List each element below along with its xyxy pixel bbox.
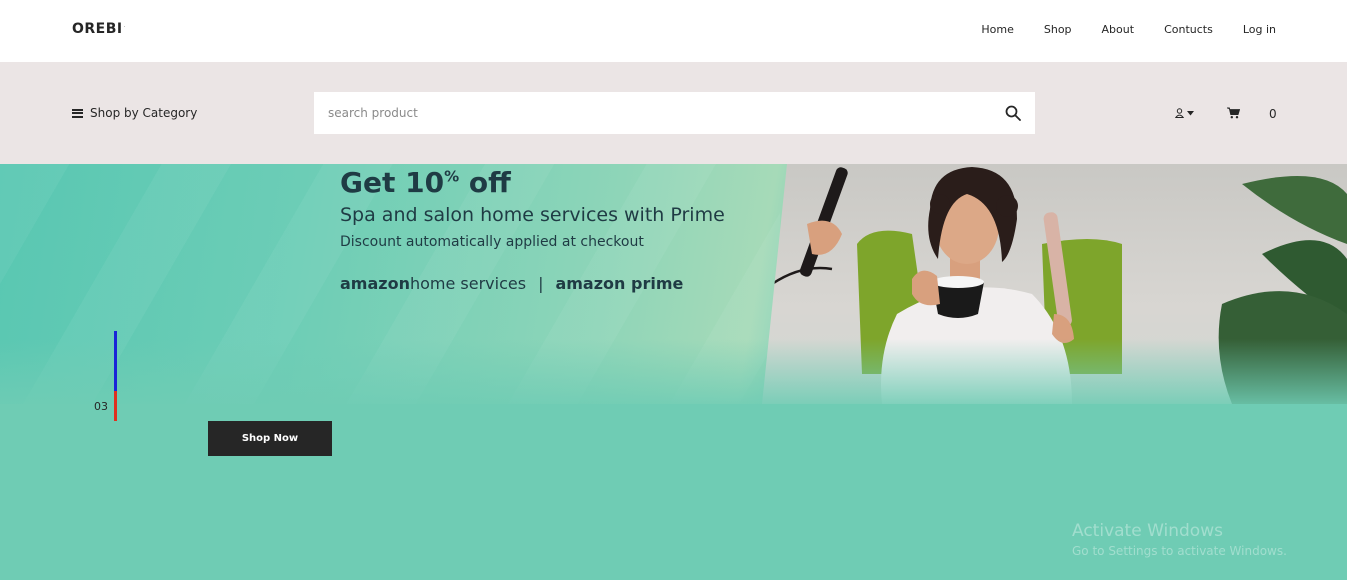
slide-indicator-active: [114, 331, 117, 391]
slide-number[interactable]: 03: [94, 400, 108, 413]
slide-indicator[interactable]: [114, 331, 117, 421]
search-box: [314, 92, 1035, 134]
search-input[interactable]: [314, 92, 994, 134]
headline-suffix: off: [459, 166, 511, 199]
amazon-prime-logo: amazon prime: [555, 274, 684, 293]
amazon-home-services-logo-bold: amazon: [340, 274, 410, 293]
top-navbar: OREBI. Home Shop About Contucts Log in: [0, 0, 1347, 62]
cart-count-badge: 0: [1269, 107, 1277, 121]
slide-indicator-progress: [114, 391, 117, 421]
cart-icon[interactable]: [1227, 107, 1240, 119]
user-icon: [1175, 108, 1184, 118]
logo-text: OREBI: [72, 21, 123, 37]
hero-banner: Get 10% off Spa and salon home services …: [0, 164, 1347, 580]
banner-fade-overlay: [0, 339, 1347, 414]
amazon-home-services-logo-rest: home services: [409, 274, 527, 293]
logo-separator: |: [538, 274, 544, 293]
hamburger-menu-icon: [72, 108, 83, 118]
headline-percent: %: [444, 167, 460, 186]
partner-logos: amazon home services | amazon prime: [340, 274, 683, 293]
main-nav: Home Shop About Contucts Log in: [951, 23, 1276, 36]
search-toolbar: Shop by Category 0: [0, 62, 1347, 164]
promo-subheading: Spa and salon home services with Prime: [340, 204, 725, 226]
nav-link-shop[interactable]: Shop: [1044, 23, 1072, 36]
nav-link-login[interactable]: Log in: [1243, 23, 1276, 36]
account-menu-button[interactable]: [1175, 108, 1194, 118]
caret-down-icon: [1187, 110, 1194, 115]
promo-headline: Get 10% off: [340, 166, 511, 199]
nav-link-contacts[interactable]: Contucts: [1164, 23, 1213, 36]
category-label: Shop by Category: [90, 106, 198, 120]
watermark-title: Activate Windows: [1072, 521, 1223, 541]
site-logo[interactable]: OREBI.: [72, 21, 126, 37]
shop-now-button[interactable]: Shop Now: [208, 421, 332, 456]
shop-by-category-button[interactable]: Shop by Category: [72, 106, 197, 120]
headline-prefix: Get 10: [340, 166, 445, 199]
windows-activation-watermark: Activate Windows Go to Settings to activ…: [1072, 521, 1287, 558]
logo-superscript: .: [123, 22, 127, 30]
nav-link-about[interactable]: About: [1102, 23, 1135, 36]
search-icon[interactable]: [1005, 105, 1021, 121]
nav-link-home[interactable]: Home: [981, 23, 1013, 36]
watermark-subtitle: Go to Settings to activate Windows.: [1072, 544, 1287, 558]
promo-note: Discount automatically applied at checko…: [340, 234, 644, 250]
